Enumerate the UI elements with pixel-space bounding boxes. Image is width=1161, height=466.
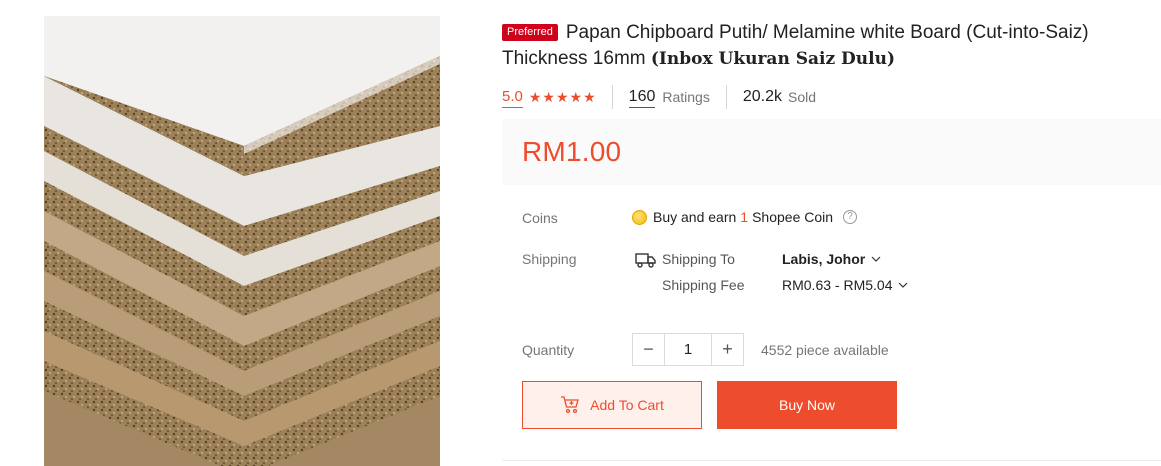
chevron-down-icon — [871, 256, 881, 262]
star-icon: ★ — [528, 89, 542, 105]
product-info: Preferred Papan Chipboard Putih/ Melamine… — [502, 0, 1161, 466]
coins-info: Buy and earn 1 Shopee Coin ? — [632, 209, 858, 225]
section-divider — [502, 460, 1161, 461]
sold-label: Sold — [787, 89, 817, 105]
quantity-stepper: − + — [632, 333, 744, 366]
truck-icon — [635, 253, 656, 268]
sold-count: 20.2k — [742, 88, 782, 105]
increase-quantity-button[interactable]: + — [712, 334, 743, 365]
add-to-cart-button[interactable]: Add To Cart — [522, 381, 702, 429]
buy-now-button[interactable]: Buy Now — [717, 381, 897, 429]
product-page: Preferred Papan Chipboard Putih/ Melamine… — [0, 0, 1161, 466]
star-icon: ★ — [583, 89, 596, 105]
chevron-down-icon — [899, 282, 908, 288]
rating-stat[interactable]: 5.0 ★ ★ ★ ★ ★ — [502, 85, 612, 109]
shipping-to-label: Shipping To — [662, 251, 735, 267]
ratings-count: 160 — [628, 87, 656, 108]
coins-text-after: Shopee Coin — [752, 209, 834, 225]
cart-icon — [561, 396, 580, 414]
product-price: RM1.00 — [522, 136, 622, 167]
coins-label: Coins — [522, 210, 558, 226]
coins-amount: 1 — [740, 209, 749, 225]
shipping-location-dropdown[interactable]: Labis, Johor — [782, 251, 882, 267]
star-icon: ★ — [542, 89, 555, 105]
product-stats: 5.0 ★ ★ ★ ★ ★ 160 Ratings 20.2k Sold — [502, 84, 832, 110]
star-icon: ★ — [569, 89, 583, 105]
ratings-label: Ratings — [662, 89, 710, 105]
stock-available: 4552 piece available — [761, 342, 889, 358]
quantity-input[interactable] — [664, 334, 712, 365]
rating-stars: ★ ★ ★ ★ ★ — [529, 90, 596, 104]
shipping-fee: RM0.63 - RM5.04 — [782, 277, 893, 293]
product-title: Preferred Papan Chipboard Putih/ Melamine… — [502, 20, 1142, 72]
shipping-fee-dropdown[interactable]: RM0.63 - RM5.04 — [782, 277, 909, 293]
star-icon: ★ — [555, 89, 569, 105]
rating-value: 5.0 — [502, 87, 523, 108]
ratings-count-stat[interactable]: 160 Ratings — [611, 85, 726, 109]
shipping-label: Shipping — [522, 251, 577, 267]
shopee-coin-icon — [632, 209, 647, 225]
decrease-quantity-button[interactable]: − — [633, 334, 664, 365]
sold-stat: 20.2k Sold — [725, 85, 832, 109]
quantity-label: Quantity — [522, 342, 575, 358]
chipboard-stack-photo — [44, 16, 440, 466]
product-image[interactable] — [44, 16, 440, 466]
help-icon[interactable]: ? — [843, 210, 858, 224]
shipping-location: Labis, Johor — [782, 251, 866, 267]
preferred-badge: Preferred — [502, 24, 558, 41]
shipping-fee-label: Shipping Fee — [662, 277, 745, 293]
add-to-cart-label: Add To Cart — [590, 397, 664, 413]
price-section: RM1.00 — [502, 119, 1161, 185]
coins-text-before: Buy and earn — [653, 209, 737, 225]
product-title-note: (Inbox Ukuran Saiz Dulu) — [650, 49, 896, 69]
